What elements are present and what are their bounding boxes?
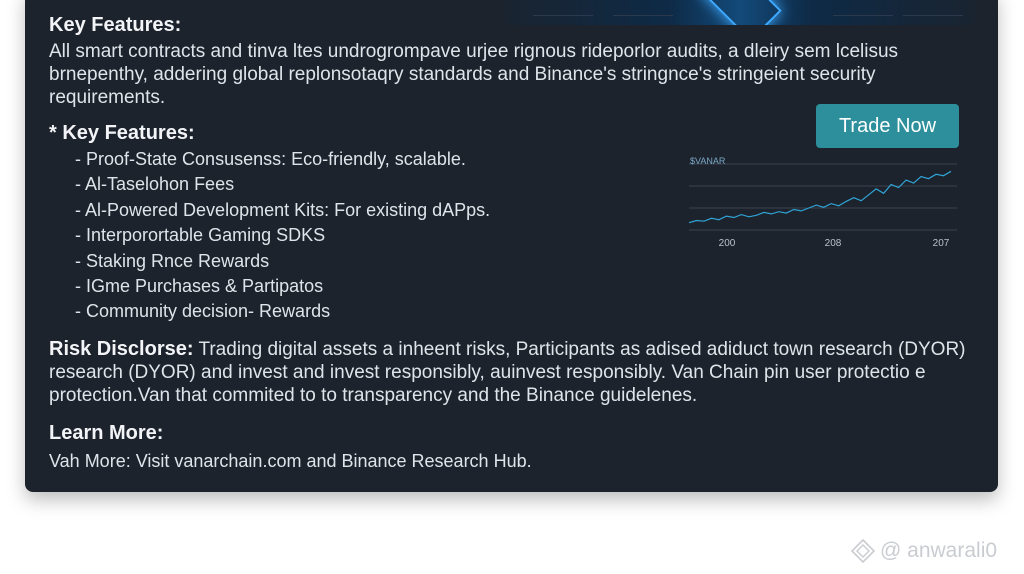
price-chart: $VANAR 200 208 207	[688, 156, 957, 249]
list-item: - Community decision- Rewards	[75, 301, 331, 322]
learn-more-section: Learn More: Vah More: Visit vanarchain.c…	[49, 422, 532, 473]
list-item: - Proof-State Consusenss: Eco-friendly, …	[75, 149, 466, 169]
header-section: Key Features: All smart contracts and ti…	[49, 14, 949, 109]
section-title: Key Features:	[49, 14, 182, 36]
risk-line: research (DYOR) and invest and invest re…	[49, 362, 926, 383]
list-item: - Interporortable Gaming SDKS	[75, 225, 326, 246]
chart-title: $VANAR	[690, 156, 726, 166]
paragraph-line: requirements.	[49, 87, 166, 108]
features-title: * Key Features:	[49, 122, 195, 144]
list-item: - Al-Taselohon Fees	[75, 174, 235, 195]
paragraph-line: brnepenthy, addering global replonsotaqr…	[49, 64, 876, 85]
x-tick-label: 207	[933, 238, 950, 249]
learn-more-title: Learn More:	[49, 422, 164, 444]
learn-more-text: Vah More: Visit vanarchain.com and Binan…	[49, 451, 532, 471]
intro-paragraph: All smart contracts and tinva ltes undro…	[49, 40, 949, 109]
list-item: - IGme Purchases & Partipatos	[75, 276, 324, 297]
diamond-logo-icon	[850, 538, 876, 564]
list-item: - Al-Powered Development Kits: For exist…	[75, 199, 491, 220]
risk-section: Risk Disclorse: Trading digital assets a…	[49, 338, 989, 407]
watermark-text: @ anwarali0	[880, 539, 998, 562]
content-card: Key Features: All smart contracts and ti…	[25, 0, 998, 492]
paragraph-line: All smart contracts and tinva ltes undro…	[49, 41, 899, 62]
x-tick-label: 208	[825, 238, 842, 249]
trade-now-button[interactable]: Trade Now	[816, 104, 959, 148]
x-tick-label: 200	[719, 238, 736, 249]
risk-line: Risk Disclorse: Trading digital assets a…	[49, 338, 989, 361]
watermark: @ anwarali0	[850, 538, 997, 564]
risk-label: Risk Disclorse:	[49, 338, 194, 360]
features-list: - Proof-State Consusenss: Eco-friendly, …	[75, 147, 490, 325]
price-line	[688, 170, 952, 224]
risk-line: protection.Van that commited to to trans…	[49, 385, 698, 406]
list-item: - Staking Rnce Rewards	[75, 250, 270, 271]
features-section: * Key Features: - Proof-State Consusenss…	[49, 122, 490, 325]
risk-text: Trading digital assets a inheent risks, …	[193, 339, 966, 360]
